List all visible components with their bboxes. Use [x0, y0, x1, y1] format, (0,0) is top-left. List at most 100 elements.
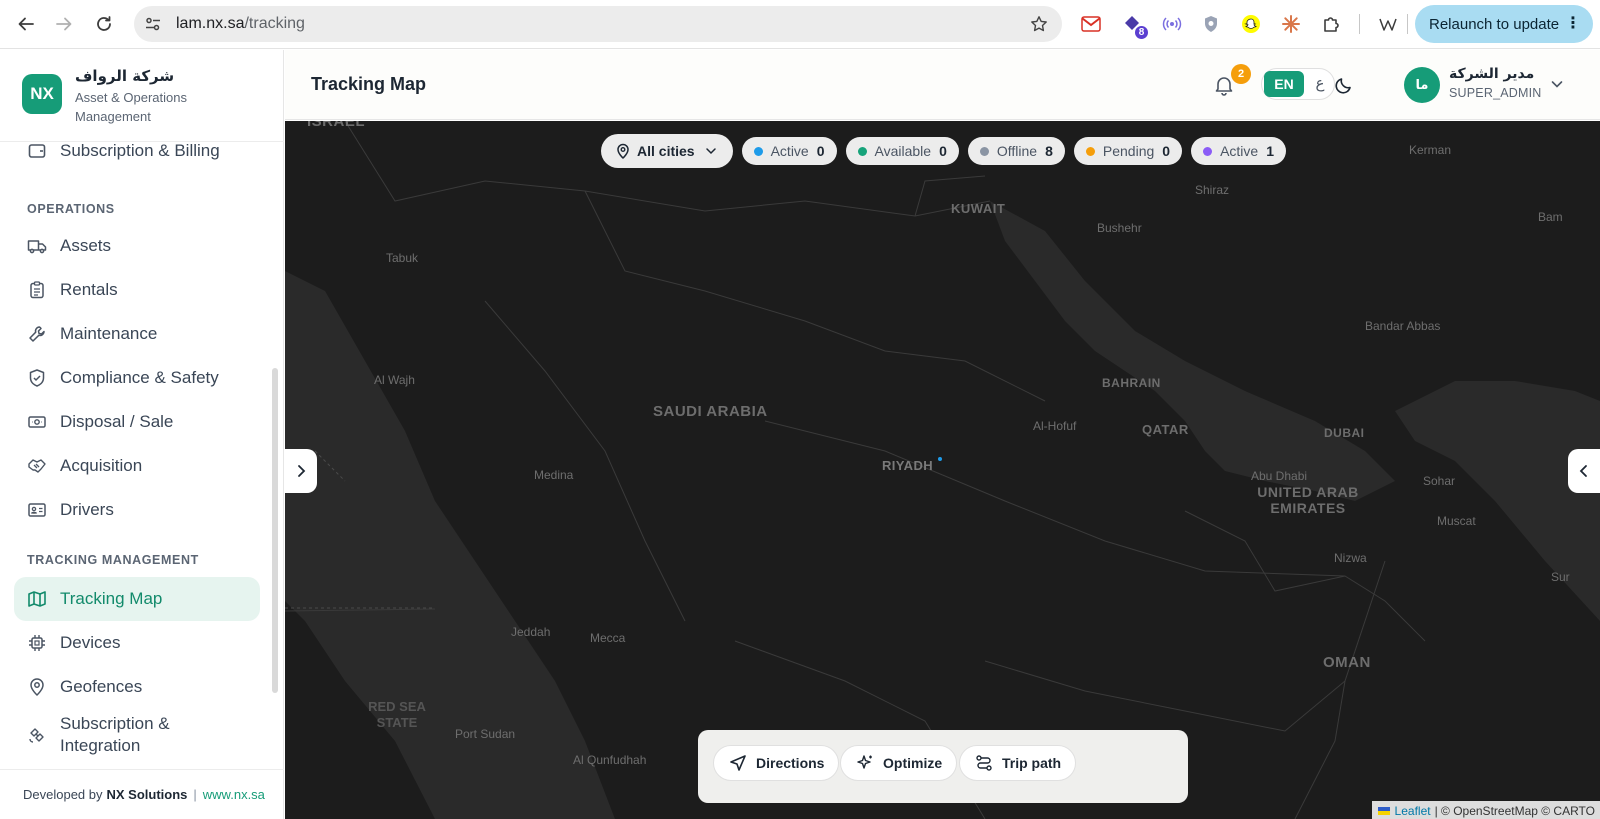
- sidebar-item-rentals[interactable]: Rentals: [14, 268, 260, 312]
- sidebar-item-label: Acquisition: [60, 456, 143, 475]
- sidebar-item-devices[interactable]: Devices: [14, 621, 260, 665]
- relaunch-button[interactable]: Relaunch to update ⋮: [1415, 5, 1593, 43]
- toolbar-divider: [1359, 14, 1360, 34]
- directions-button[interactable]: Directions: [713, 745, 840, 781]
- company-subtitle: Asset & Operations Management: [75, 90, 187, 124]
- truck-icon: [26, 235, 48, 257]
- sidebar-item-subscription-billing[interactable]: Subscription & Billing: [14, 143, 260, 173]
- sparkles-icon: [855, 753, 875, 773]
- sidebar-item-subscription-integration[interactable]: Subscription & Integration: [14, 709, 260, 761]
- ukraine-flag-icon: [1377, 806, 1390, 815]
- chevron-left-icon: [1579, 465, 1587, 477]
- vehicle-marker[interactable]: [938, 457, 942, 461]
- attribution-text: | © OpenStreetMap © CARTO: [1434, 803, 1595, 818]
- map-label-kuwait: KUWAIT: [951, 201, 1006, 216]
- status-chip-label: Available: [874, 143, 932, 159]
- map-label-bandar-abbas: Bandar Abbas: [1365, 319, 1441, 333]
- sidebar-scrollbar[interactable]: [272, 368, 278, 693]
- map-icon: [26, 588, 48, 610]
- user-name[interactable]: مدير الشركة: [1449, 66, 1534, 82]
- language-toggle[interactable]: EN ع: [1261, 68, 1335, 100]
- shield-extension-icon[interactable]: [1199, 12, 1223, 36]
- relaunch-label: Relaunch to update: [1429, 15, 1560, 33]
- trip-path-label: Trip path: [1002, 755, 1062, 771]
- snapchat-icon[interactable]: [1239, 12, 1263, 36]
- clipboard-icon: [26, 279, 48, 301]
- back-icon[interactable]: [12, 10, 40, 38]
- lang-ar-option[interactable]: ع: [1308, 74, 1332, 92]
- url-text: lam.nx.sa/tracking: [176, 15, 305, 32]
- map-label-al-hofuf: Al-Hofuf: [1033, 419, 1077, 433]
- chevron-right-icon: [298, 465, 306, 477]
- status-chip-pending[interactable]: Pending 0: [1073, 137, 1183, 165]
- reload-icon[interactable]: [90, 10, 118, 38]
- status-chip-offline[interactable]: Offline 8: [967, 137, 1065, 165]
- map-label-bushehr: Bushehr: [1097, 221, 1142, 235]
- footer-website-link[interactable]: www.nx.sa: [203, 787, 265, 802]
- extension-diamond-icon[interactable]: 8: [1120, 12, 1149, 40]
- sidebar-item-drivers[interactable]: Drivers: [14, 488, 260, 532]
- handshake-icon: [26, 455, 48, 477]
- lang-en-option[interactable]: EN: [1264, 71, 1304, 97]
- chevron-down-icon[interactable]: [1547, 74, 1567, 94]
- forward-icon[interactable]: [50, 10, 78, 38]
- address-bar[interactable]: lam.nx.sa/tracking: [134, 6, 1062, 42]
- browser-toolbar: lam.nx.sa/tracking 8 Relaunch to update …: [0, 0, 1600, 49]
- page-header: Tracking Map 2 EN ع ما مدير الشركة SUPER…: [285, 50, 1600, 120]
- section-title-tracking: TRACKING MANAGEMENT: [27, 553, 199, 567]
- avatar[interactable]: ما: [1404, 67, 1440, 103]
- expand-right-panel-button[interactable]: [1568, 449, 1600, 493]
- sidebar-item-assets[interactable]: Assets: [14, 224, 260, 268]
- navigation-arrow-icon: [728, 753, 748, 773]
- map-label-abu-dhabi: Abu Dhabi: [1251, 469, 1308, 483]
- brand-logo: NX: [22, 74, 62, 114]
- map-label-red-sea-state: RED SEA STATE: [368, 699, 426, 730]
- map-label-sohar: Sohar: [1423, 474, 1456, 488]
- leaflet-link[interactable]: Leaflet: [1395, 804, 1431, 818]
- sidebar-item-label: Subscription & Billing: [60, 143, 220, 160]
- footer-prefix: Developed by: [23, 787, 103, 802]
- map-label-sur: Sur: [1551, 570, 1570, 584]
- status-chip-active-purple[interactable]: Active 1: [1191, 137, 1286, 165]
- sidebar-item-acquisition[interactable]: Acquisition: [14, 444, 260, 488]
- status-chip-count: 0: [939, 143, 947, 159]
- status-chip-available[interactable]: Available 0: [845, 137, 959, 165]
- city-select[interactable]: All cities: [601, 134, 733, 168]
- map-label-dubai: DUBAI: [1324, 426, 1365, 440]
- sidebar-item-tracking-map[interactable]: Tracking Map: [14, 577, 260, 621]
- sidebar-item-compliance-safety[interactable]: Compliance & Safety: [14, 356, 260, 400]
- more-menu-icon[interactable]: ⋮: [1565, 14, 1581, 34]
- shield-icon: [26, 367, 48, 389]
- footer-separator: |: [193, 787, 197, 802]
- sidebar-item-label: Maintenance: [60, 324, 158, 343]
- sidebar-item-disposal-sale[interactable]: Disposal / Sale: [14, 400, 260, 444]
- map-label-medina: Medina: [534, 468, 574, 482]
- optimize-button[interactable]: Optimize: [840, 745, 958, 781]
- map-label-bahrain: BAHRAIN: [1102, 376, 1161, 390]
- brand-header: NX شركة الرواف Asset & Operations Manage…: [0, 50, 284, 142]
- pin-icon: [26, 676, 48, 698]
- tracking-map[interactable]: ISRAEL KUWAIT Kerman Shiraz Bam Bushehr …: [285, 121, 1600, 819]
- status-chip-count: 0: [1162, 143, 1171, 159]
- map-label-jeddah: Jeddah: [511, 625, 551, 639]
- pin-icon: [615, 143, 631, 159]
- bookmark-star-icon[interactable]: [1028, 13, 1050, 35]
- extensions-puzzle-icon[interactable]: [1319, 12, 1343, 36]
- claude-icon[interactable]: [1279, 12, 1303, 36]
- map-label-saudi-arabia: SAUDI ARABIA: [653, 403, 768, 420]
- status-chip-active[interactable]: Active 0: [741, 137, 837, 165]
- map-label-muscat: Muscat: [1437, 514, 1476, 528]
- broadcast-icon[interactable]: [1160, 12, 1184, 36]
- page-title: Tracking Map: [311, 74, 427, 94]
- gmail-icon[interactable]: [1079, 12, 1103, 36]
- sidebar-item-label: Geofences: [60, 677, 143, 696]
- moon-icon[interactable]: [1332, 73, 1356, 97]
- status-chip-count: 8: [1045, 143, 1053, 159]
- expand-left-panel-button[interactable]: [285, 449, 317, 493]
- sidebar-item-geofences[interactable]: Geofences: [14, 665, 260, 709]
- wikipedia-icon[interactable]: [1377, 12, 1401, 36]
- user-role: SUPER_ADMIN: [1449, 86, 1542, 100]
- site-settings-icon[interactable]: [142, 13, 164, 35]
- sidebar-item-maintenance[interactable]: Maintenance: [14, 312, 260, 356]
- trip-path-button[interactable]: Trip path: [959, 745, 1077, 781]
